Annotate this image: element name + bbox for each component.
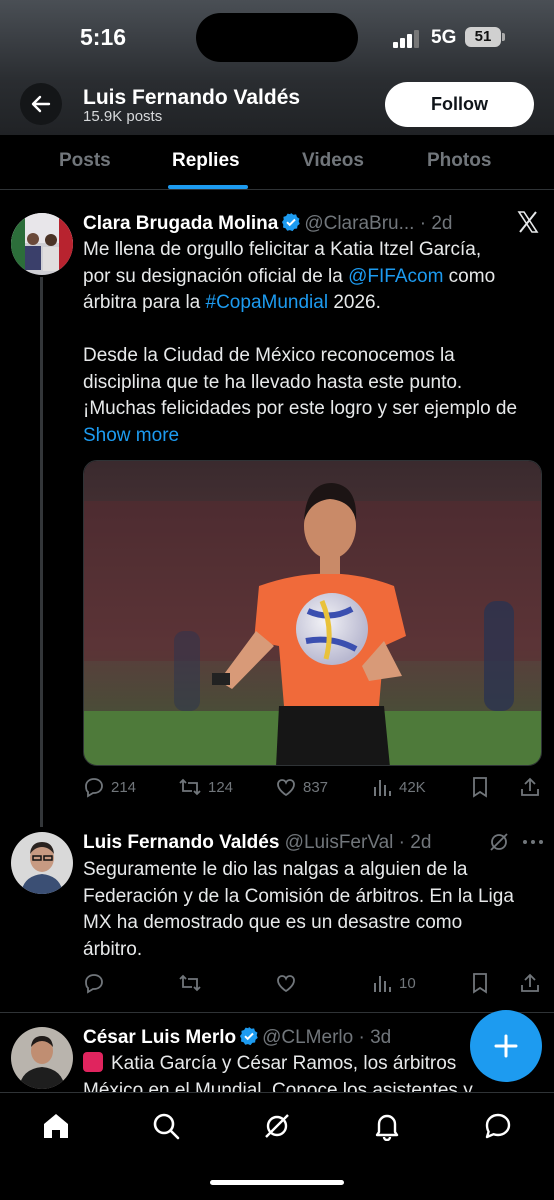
reply-button[interactable]: 214 bbox=[83, 776, 136, 798]
share-icon[interactable] bbox=[519, 972, 541, 994]
active-tab-indicator bbox=[168, 185, 248, 189]
analytics-icon bbox=[374, 780, 391, 796]
heart-icon bbox=[277, 779, 295, 797]
bell-icon[interactable] bbox=[372, 1111, 402, 1141]
heart-icon bbox=[277, 975, 295, 993]
repost-count: 124 bbox=[208, 778, 234, 796]
hashtag-link[interactable]: #CopaMundial bbox=[206, 292, 329, 313]
tweet-header: Clara Brugada Molina @ClaraBru... · 2d bbox=[83, 212, 452, 235]
reply-icon bbox=[85, 974, 103, 994]
arrow-left-icon bbox=[31, 95, 51, 113]
avatar[interactable] bbox=[11, 1027, 73, 1089]
search-icon[interactable] bbox=[151, 1111, 181, 1141]
home-icon[interactable] bbox=[41, 1111, 71, 1141]
compose-button[interactable] bbox=[470, 1010, 542, 1082]
tweet-age: · 2d bbox=[398, 832, 432, 853]
status-bar: 5:16 5G 51 bbox=[0, 0, 554, 74]
view-count: 10 bbox=[399, 974, 416, 992]
thread-connector bbox=[40, 277, 43, 827]
bookmark-icon[interactable] bbox=[470, 972, 490, 994]
battery-icon: 51 bbox=[465, 27, 505, 47]
author-handle[interactable]: @ClaraBru... bbox=[304, 213, 414, 234]
tweet-age: · 2d bbox=[419, 213, 453, 234]
grok-nav-icon[interactable] bbox=[262, 1111, 292, 1141]
grok-icon[interactable] bbox=[488, 831, 510, 853]
like-button[interactable]: 837 bbox=[275, 776, 328, 798]
author-name[interactable]: Luis Fernando Valdés bbox=[83, 832, 279, 853]
verified-badge-icon bbox=[282, 213, 301, 232]
views-button[interactable]: 10 bbox=[373, 972, 416, 994]
author-handle[interactable]: @CLMerlo bbox=[262, 1027, 353, 1048]
tweet-text: Katia García y César Ramos, los árbitros… bbox=[83, 1052, 473, 1092]
tweet-actions: 214 124 837 42K bbox=[83, 776, 543, 802]
share-icon[interactable] bbox=[519, 776, 541, 798]
dynamic-island bbox=[196, 13, 358, 62]
tweet-age: · 3d bbox=[358, 1027, 392, 1048]
reply-button[interactable] bbox=[83, 972, 105, 994]
follow-button[interactable]: Follow bbox=[385, 82, 534, 127]
avatar[interactable] bbox=[11, 832, 73, 894]
status-time: 5:16 bbox=[80, 24, 127, 50]
plus-icon bbox=[494, 1034, 518, 1058]
avatar[interactable] bbox=[11, 213, 73, 275]
post-count: 15.9K posts bbox=[83, 108, 163, 125]
author-name[interactable]: Clara Brugada Molina bbox=[83, 213, 278, 234]
views-button[interactable]: 42K bbox=[373, 776, 426, 798]
reply-count: 214 bbox=[111, 778, 137, 796]
mention-link[interactable]: @FIFAcom bbox=[348, 266, 443, 287]
battery-level: 51 bbox=[474, 28, 492, 45]
signal-icon bbox=[393, 30, 419, 48]
tab-photos[interactable]: Photos bbox=[427, 150, 491, 172]
repost-icon bbox=[179, 778, 201, 796]
home-indicator bbox=[210, 1180, 344, 1185]
tab-replies[interactable]: Replies bbox=[172, 150, 240, 172]
author-handle[interactable]: @LuisFerVal bbox=[285, 832, 394, 853]
repost-button[interactable]: 124 bbox=[178, 776, 233, 798]
tab-videos[interactable]: Videos bbox=[302, 150, 364, 172]
tweet-text: Me llena de orgullo felicitar a Katia It… bbox=[83, 239, 518, 446]
tweet-header: Luis Fernando Valdés @LuisFerVal · 2d bbox=[83, 832, 431, 854]
back-button[interactable] bbox=[20, 83, 62, 125]
siren-emoji-icon bbox=[83, 1052, 103, 1072]
like-button[interactable] bbox=[275, 972, 297, 994]
like-count: 837 bbox=[303, 778, 329, 796]
tweet-photo[interactable] bbox=[83, 460, 542, 766]
x-logo-icon bbox=[517, 211, 539, 233]
tweet-header: César Luis Merlo @CLMerlo · 3d bbox=[83, 1026, 391, 1049]
tab-posts[interactable]: Posts bbox=[59, 150, 111, 172]
verified-badge-icon bbox=[240, 1027, 258, 1046]
repost-button[interactable] bbox=[178, 972, 202, 994]
tweet-text: Seguramente le dio las nalgas a alguien … bbox=[83, 859, 514, 960]
bookmark-icon[interactable] bbox=[470, 776, 490, 798]
more-options-icon[interactable] bbox=[522, 838, 544, 846]
profile-tabs: Posts Replies Videos Photos bbox=[0, 135, 554, 190]
author-name[interactable]: César Luis Merlo bbox=[83, 1027, 236, 1048]
profile-name: Luis Fernando Valdés bbox=[83, 86, 301, 109]
analytics-icon bbox=[374, 976, 391, 992]
view-count: 42K bbox=[399, 778, 426, 796]
messages-icon[interactable] bbox=[483, 1111, 513, 1141]
tweet-actions: 10 bbox=[83, 972, 543, 998]
show-more-link[interactable]: Show more bbox=[83, 425, 179, 446]
reply-icon bbox=[85, 778, 103, 798]
tweet-divider bbox=[0, 1012, 554, 1013]
repost-icon bbox=[179, 974, 201, 992]
network-type: 5G bbox=[431, 27, 457, 48]
